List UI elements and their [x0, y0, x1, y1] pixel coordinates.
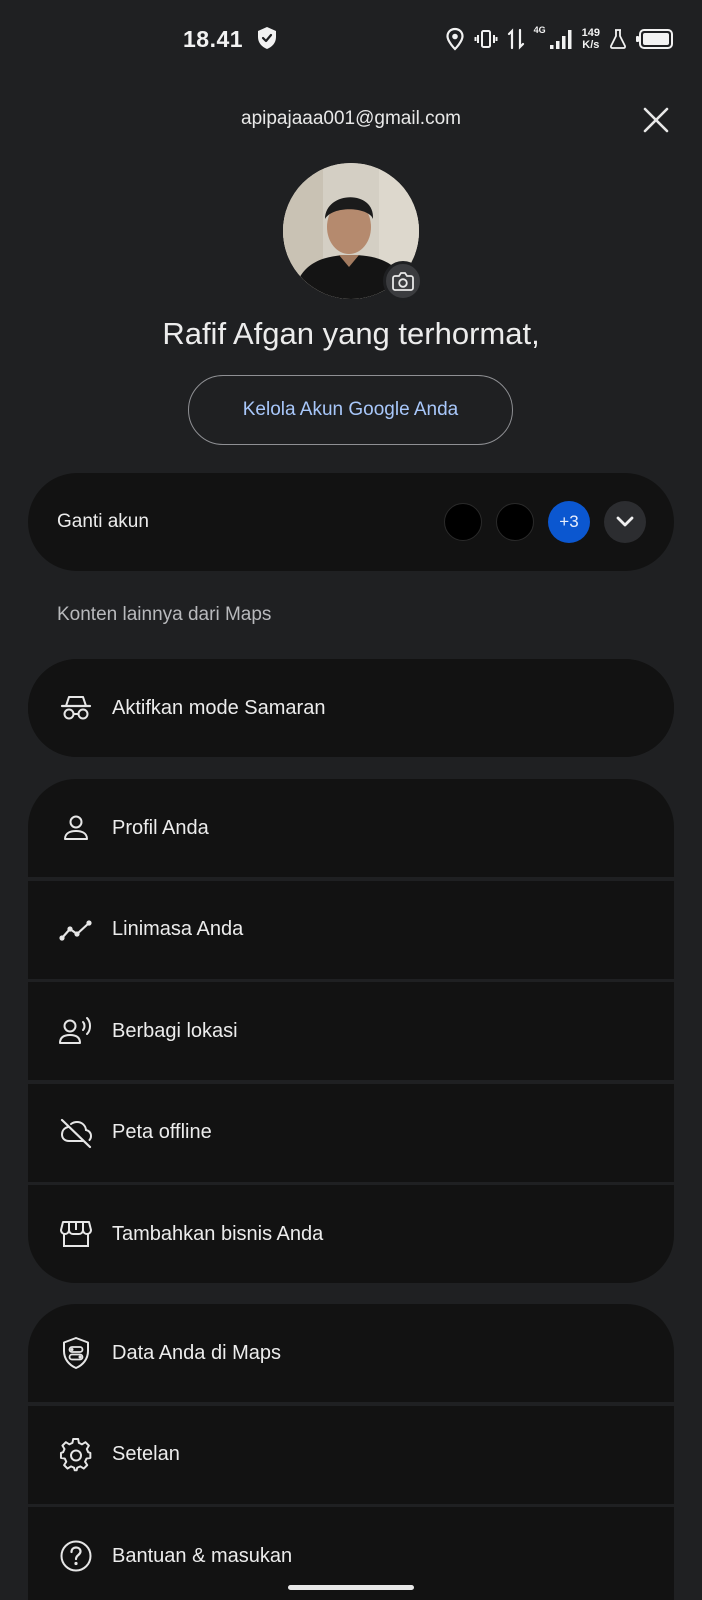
menu-item-settings[interactable]: Setelan	[28, 1405, 674, 1504]
location-status-icon	[445, 27, 465, 51]
shield-status-icon	[256, 26, 278, 50]
switch-account-label: Ganti akun	[57, 511, 149, 532]
timeline-icon	[58, 912, 94, 948]
menu-item-profile[interactable]: Profil Anda	[28, 779, 674, 877]
menu-item-label: Bantuan & masukan	[112, 1544, 293, 1567]
menu-item-label: Berbagi lokasi	[112, 1019, 238, 1042]
menu-item-offline-maps[interactable]: Peta offline	[28, 1083, 674, 1182]
help-icon	[58, 1538, 94, 1574]
section-title: Konten lainnya dari Maps	[57, 604, 272, 625]
status-icons: 4G 149 K/s	[445, 22, 674, 56]
menu-item-label: Setelan	[112, 1443, 180, 1465]
gear-icon	[58, 1437, 94, 1473]
menu-item-label: Tambahkan bisnis Anda	[112, 1222, 324, 1245]
menu-item-label: Peta offline	[112, 1121, 212, 1143]
menu-group-settings: Data Anda di Maps Setelan Bantuan & masu…	[28, 1304, 674, 1600]
account-avatar[interactable]	[496, 503, 534, 541]
menu-group-maps: Profil Anda Linimasa Anda Berbagi lokasi…	[28, 779, 674, 1283]
close-icon	[643, 107, 669, 133]
greeting: Rafif Afgan yang terhormat,	[162, 316, 540, 351]
menu-item-your-data[interactable]: Data Anda di Maps	[28, 1304, 674, 1402]
account-email: apipajaaa001@gmail.com	[241, 108, 461, 129]
cloud-off-icon	[58, 1115, 94, 1151]
home-indicator[interactable]	[288, 1585, 414, 1590]
profile-avatar[interactable]	[283, 163, 423, 301]
person-icon	[58, 810, 94, 846]
incognito-card: Aktifkan mode Samaran	[28, 659, 674, 757]
status-time: 18.41	[183, 26, 244, 52]
menu-item-add-business[interactable]: Tambahkan bisnis Anda	[28, 1185, 674, 1283]
location-sharing-icon	[58, 1013, 94, 1049]
storefront-icon	[58, 1216, 94, 1252]
account-avatar[interactable]	[444, 503, 482, 541]
vibrate-icon	[474, 27, 498, 51]
menu-item-label: Aktifkan mode Samaran	[112, 696, 326, 719]
flask-icon	[609, 28, 627, 50]
speed-unit: K/s	[582, 39, 600, 51]
menu-item-timeline[interactable]: Linimasa Anda	[28, 880, 674, 979]
network-speed: 149 K/s	[582, 27, 600, 51]
incognito-icon	[58, 690, 94, 726]
menu-item-location-sharing[interactable]: Berbagi lokasi	[28, 982, 674, 1080]
menu-item-incognito[interactable]: Aktifkan mode Samaran	[28, 659, 674, 757]
camera-icon	[392, 272, 414, 291]
menu-item-label: Profil Anda	[112, 816, 209, 839]
menu-item-label: Linimasa Anda	[112, 918, 244, 940]
data-transfer-icon	[507, 27, 525, 51]
switch-account-row[interactable]: Ganti akun +3	[28, 473, 674, 571]
chevron-down-icon	[616, 516, 634, 527]
manage-account-button[interactable]: Kelola Akun Google Anda	[188, 375, 513, 445]
close-button[interactable]	[640, 104, 672, 136]
speed-value: 149	[581, 27, 600, 39]
signal-icon	[549, 28, 573, 50]
network-type: 4G	[533, 25, 546, 35]
expand-accounts-button[interactable]	[604, 501, 646, 543]
shield-data-icon	[58, 1335, 94, 1371]
more-accounts-badge[interactable]: +3	[548, 501, 590, 543]
menu-item-label: Data Anda di Maps	[112, 1341, 281, 1364]
status-bar: 18.41 4G 149 K/s	[0, 0, 702, 78]
battery-icon	[636, 28, 674, 50]
other-accounts: +3	[444, 501, 646, 543]
change-photo-button[interactable]	[383, 261, 423, 301]
